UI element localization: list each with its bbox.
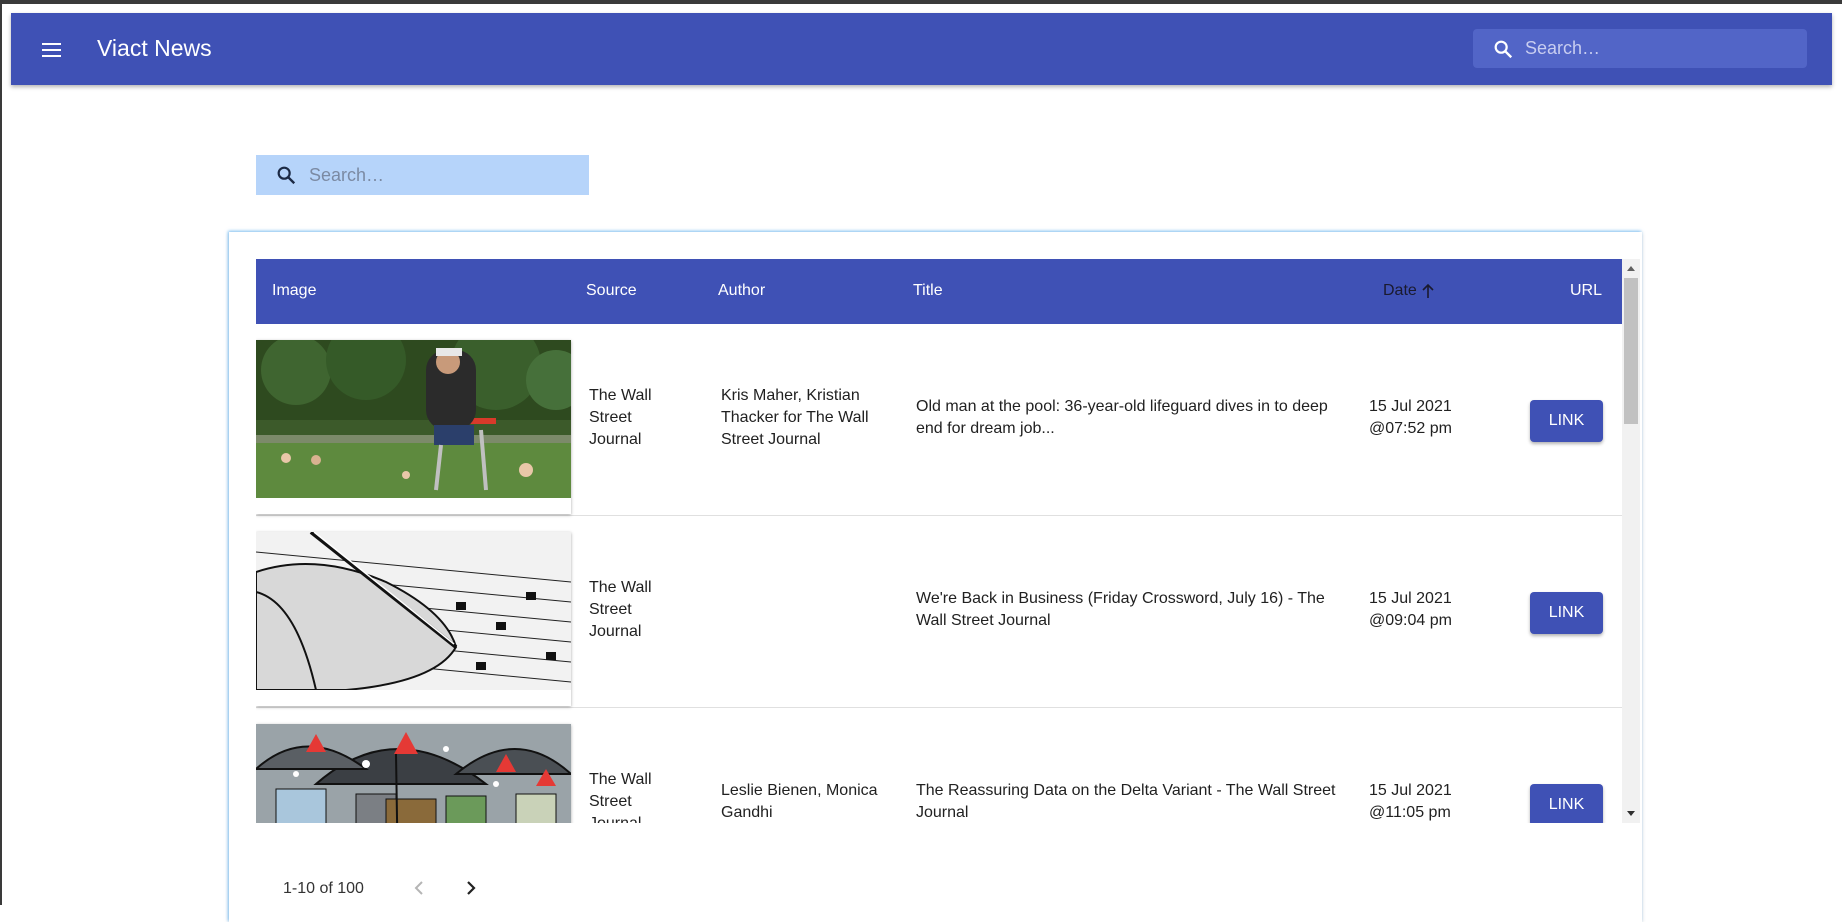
appbar-search-input[interactable] <box>1525 29 1795 68</box>
table-scrollbar[interactable] <box>1622 259 1640 823</box>
table-search-input[interactable] <box>309 155 579 195</box>
table-row: The Wall Street Journal Leslie Bienen, M… <box>256 708 1622 823</box>
row-title: Old man at the pool: 36-year-old lifegua… <box>916 398 1328 437</box>
scrollbar-thumb[interactable] <box>1624 278 1638 424</box>
column-header-image[interactable]: Image <box>272 282 316 300</box>
row-date-day: 15 Jul 2021 <box>1369 782 1452 799</box>
crossword-illustration <box>256 532 571 690</box>
column-header-source[interactable]: Source <box>586 282 637 300</box>
row-date: 15 Jul 2021 @11:05 pm <box>1369 780 1469 823</box>
chevron-right-icon[interactable] <box>459 876 483 900</box>
news-table: Image Source Author Title Date URL The W… <box>256 259 1622 823</box>
row-date-day: 15 Jul 2021 <box>1369 590 1452 607</box>
lifeguard-photo <box>256 340 571 498</box>
link-button[interactable]: LINK <box>1530 784 1603 823</box>
row-source: The Wall Street Journal <box>589 579 652 640</box>
row-author: Leslie Bienen, Monica Gandhi <box>721 782 878 821</box>
table-header: Image Source Author Title Date URL <box>256 259 1622 324</box>
column-header-url[interactable]: URL <box>1570 282 1602 300</box>
scroll-up-arrow-icon[interactable] <box>1622 261 1640 277</box>
row-author: Kris Maher, Kristian Thacker for The Wal… <box>721 387 869 448</box>
table-row: The Wall Street Journal We're Back in Bu… <box>256 516 1622 708</box>
row-date-day: 15 Jul 2021 <box>1369 398 1452 415</box>
article-thumbnail[interactable] <box>256 340 571 514</box>
table-row: The Wall Street Journal Kris Maher, Kris… <box>256 324 1622 516</box>
search-icon <box>1494 40 1513 59</box>
row-date-time: @09:04 pm <box>1369 612 1452 629</box>
news-table-card: Image Source Author Title Date URL The W… <box>229 232 1642 922</box>
column-header-title[interactable]: Title <box>913 282 943 300</box>
window-top-border <box>0 0 1842 4</box>
window-left-border <box>0 0 2 905</box>
appbar-search <box>1473 29 1807 68</box>
article-thumbnail[interactable] <box>256 532 571 706</box>
row-date-time: @11:05 pm <box>1369 804 1451 821</box>
column-header-author[interactable]: Author <box>718 282 765 300</box>
row-date: 15 Jul 2021 @09:04 pm <box>1369 588 1469 632</box>
app-title: Viact News <box>97 35 212 61</box>
link-button[interactable]: LINK <box>1530 400 1603 442</box>
chevron-left-icon[interactable] <box>407 876 431 900</box>
column-header-date-label: Date <box>1383 282 1417 299</box>
search-icon <box>277 166 296 185</box>
row-date-time: @07:52 pm <box>1369 420 1452 437</box>
row-source: The Wall Street Journal <box>589 771 652 823</box>
menu-icon[interactable] <box>39 38 63 62</box>
table-search <box>256 155 589 195</box>
article-thumbnail[interactable] <box>256 724 571 823</box>
scroll-down-arrow-icon[interactable] <box>1622 805 1640 821</box>
arrow-up-icon <box>1422 283 1434 298</box>
row-title: The Reassuring Data on the Delta Variant… <box>916 782 1336 821</box>
column-header-date[interactable]: Date <box>1383 282 1435 300</box>
row-title: We're Back in Business (Friday Crossword… <box>916 590 1325 629</box>
app-bar: Viact News <box>11 13 1832 85</box>
umbrella-illustration <box>256 724 571 823</box>
row-date: 15 Jul 2021 @07:52 pm <box>1369 396 1469 440</box>
pagination-range: 1-10 of 100 <box>283 880 364 897</box>
row-source: The Wall Street Journal <box>589 387 652 448</box>
link-button[interactable]: LINK <box>1530 592 1603 634</box>
